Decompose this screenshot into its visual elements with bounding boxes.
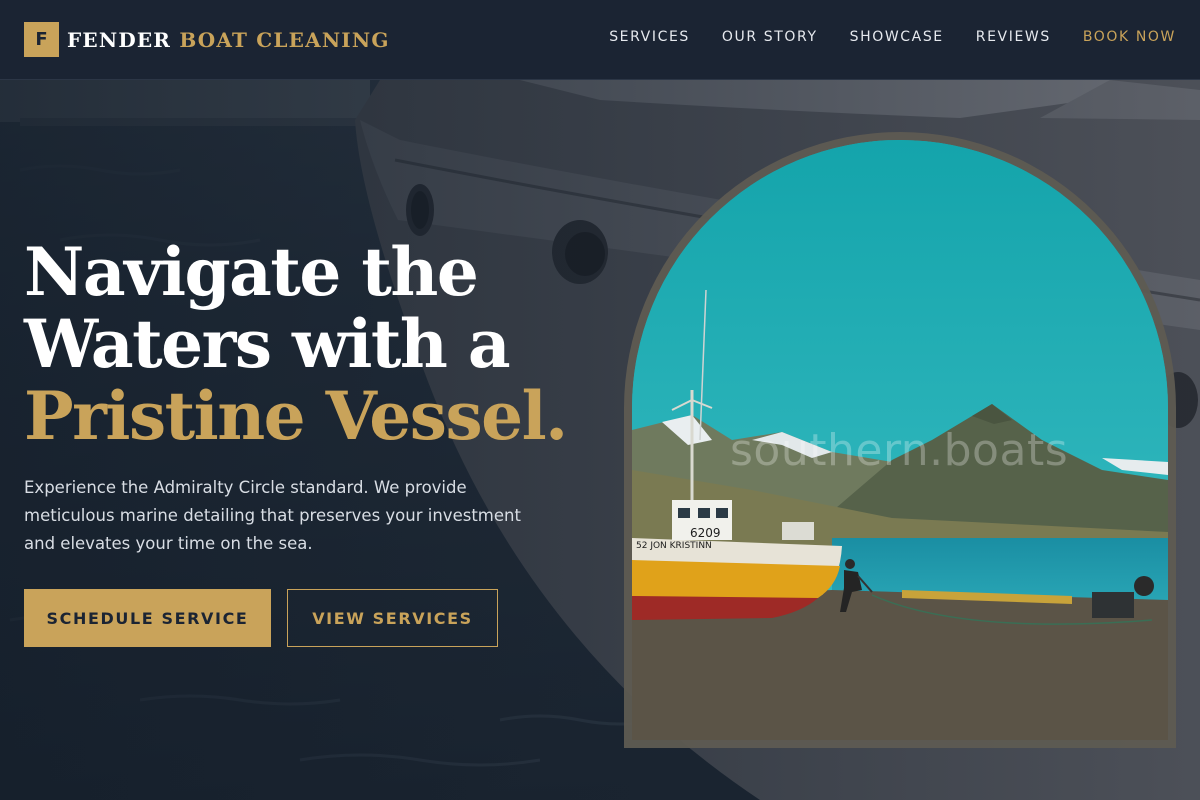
brand-name-part2: BOAT CLEANING xyxy=(179,27,390,52)
hero-title-line-2: Waters with a xyxy=(24,305,511,383)
nav-item-our-story[interactable]: OUR STORY xyxy=(722,29,818,45)
nav-book-now-link[interactable]: BOOK NOW xyxy=(1083,29,1176,45)
brand-name: FENDER BOAT CLEANING xyxy=(67,28,390,52)
nav-item-services[interactable]: SERVICES xyxy=(609,29,690,45)
schedule-service-button[interactable]: SCHEDULE SERVICE xyxy=(24,589,271,647)
brand-name-part1: FENDER xyxy=(67,27,172,52)
hero-title-line-1: Navigate the xyxy=(24,233,479,311)
brand-logo[interactable]: F FENDER BOAT CLEANING xyxy=(24,22,390,57)
hero-title-highlight: Pristine Vessel. xyxy=(24,377,568,455)
nav-item-showcase[interactable]: SHOWCASE xyxy=(850,29,944,45)
boat-name-label: 52 JON KRISTINN xyxy=(636,541,712,551)
logo-mark: F xyxy=(24,22,59,57)
nav-item-reviews[interactable]: REVIEWS xyxy=(976,29,1051,45)
watermark-text: southern.boats xyxy=(730,425,1069,476)
hero-title: Navigate the Waters with a Pristine Vess… xyxy=(24,236,584,452)
site-header: F FENDER BOAT CLEANING SERVICES OUR STOR… xyxy=(0,0,1200,80)
view-services-button[interactable]: VIEW SERVICES xyxy=(287,589,498,647)
hero-subtitle: Experience the Admiralty Circle standard… xyxy=(24,478,521,553)
boat-number-label: 6209 xyxy=(690,526,721,540)
main-nav: SERVICES OUR STORY SHOWCASE REVIEWS BOOK… xyxy=(577,29,1176,45)
